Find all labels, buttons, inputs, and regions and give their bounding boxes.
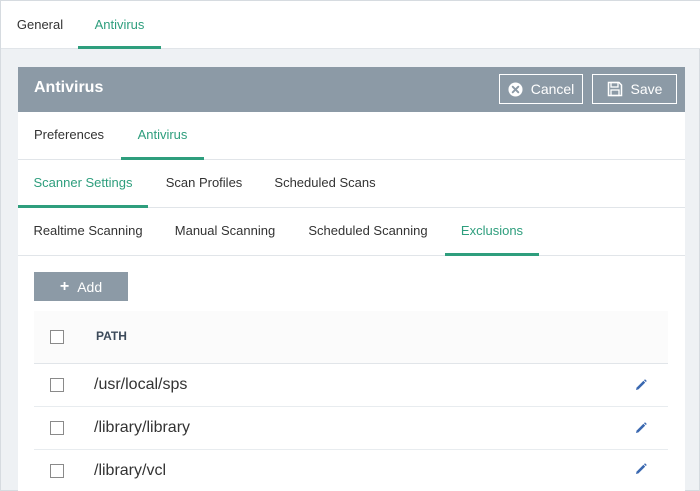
tab-manual-scanning[interactable]: Manual Scanning: [163, 208, 287, 256]
tab-section-antivirus[interactable]: Antivirus: [121, 112, 204, 160]
scanner-tab-bar: Scanner Settings Scan Profiles Scheduled…: [18, 160, 685, 208]
pencil-icon[interactable]: [634, 462, 648, 476]
plus-icon: +: [59, 277, 70, 295]
app-frame: General Antivirus Antivirus Cancel Save …: [0, 0, 700, 491]
scan-type-tab-bar: Realtime Scanning Manual Scanning Schedu…: [18, 208, 685, 256]
add-label: Add: [77, 278, 103, 295]
table-row[interactable]: /usr/local/sps: [34, 364, 668, 407]
table-header: PATH: [34, 311, 668, 364]
panel-title: Antivirus: [34, 79, 104, 96]
select-all-checkbox[interactable]: [50, 330, 64, 344]
row-checkbox[interactable]: [50, 464, 64, 478]
exclusions-table: PATH /usr/local/sps /library/library /li…: [34, 311, 668, 491]
tab-realtime-scanning[interactable]: Realtime Scanning: [18, 208, 158, 256]
tab-scan-profiles[interactable]: Scan Profiles: [152, 160, 256, 208]
table-row[interactable]: /library/vcl: [34, 450, 668, 491]
tab-exclusions[interactable]: Exclusions: [445, 208, 539, 256]
row-checkbox[interactable]: [50, 421, 64, 435]
add-button[interactable]: + Add: [34, 272, 128, 301]
row-path: /usr/local/sps: [94, 376, 188, 393]
tab-scheduled-scans[interactable]: Scheduled Scans: [264, 160, 386, 208]
cancel-button[interactable]: Cancel: [499, 74, 583, 104]
tab-preferences[interactable]: Preferences: [18, 112, 120, 160]
floppy-disk-icon: [607, 81, 623, 97]
tab-scanner-settings[interactable]: Scanner Settings: [18, 160, 148, 208]
circle-x-icon: [508, 81, 523, 97]
save-button[interactable]: Save: [592, 74, 677, 104]
tab-general[interactable]: General: [5, 1, 75, 49]
row-path: /library/library: [94, 419, 191, 436]
column-header-path[interactable]: PATH: [96, 311, 127, 361]
tab-scheduled-scanning[interactable]: Scheduled Scanning: [298, 208, 438, 256]
table-row[interactable]: /library/library: [34, 407, 668, 450]
pencil-icon[interactable]: [634, 378, 648, 392]
top-tab-bar: General Antivirus: [1, 1, 700, 49]
row-path: /library/vcl: [94, 462, 167, 479]
panel-header: Antivirus Cancel Save: [18, 67, 685, 112]
row-checkbox[interactable]: [50, 378, 64, 392]
tab-antivirus[interactable]: Antivirus: [78, 1, 161, 49]
section-tab-bar: Preferences Antivirus: [18, 112, 685, 160]
pencil-icon[interactable]: [634, 421, 648, 435]
cancel-label: Cancel: [530, 81, 575, 97]
antivirus-panel: Antivirus Cancel Save Preferences Antivi…: [18, 67, 685, 491]
save-label: Save: [630, 81, 663, 97]
